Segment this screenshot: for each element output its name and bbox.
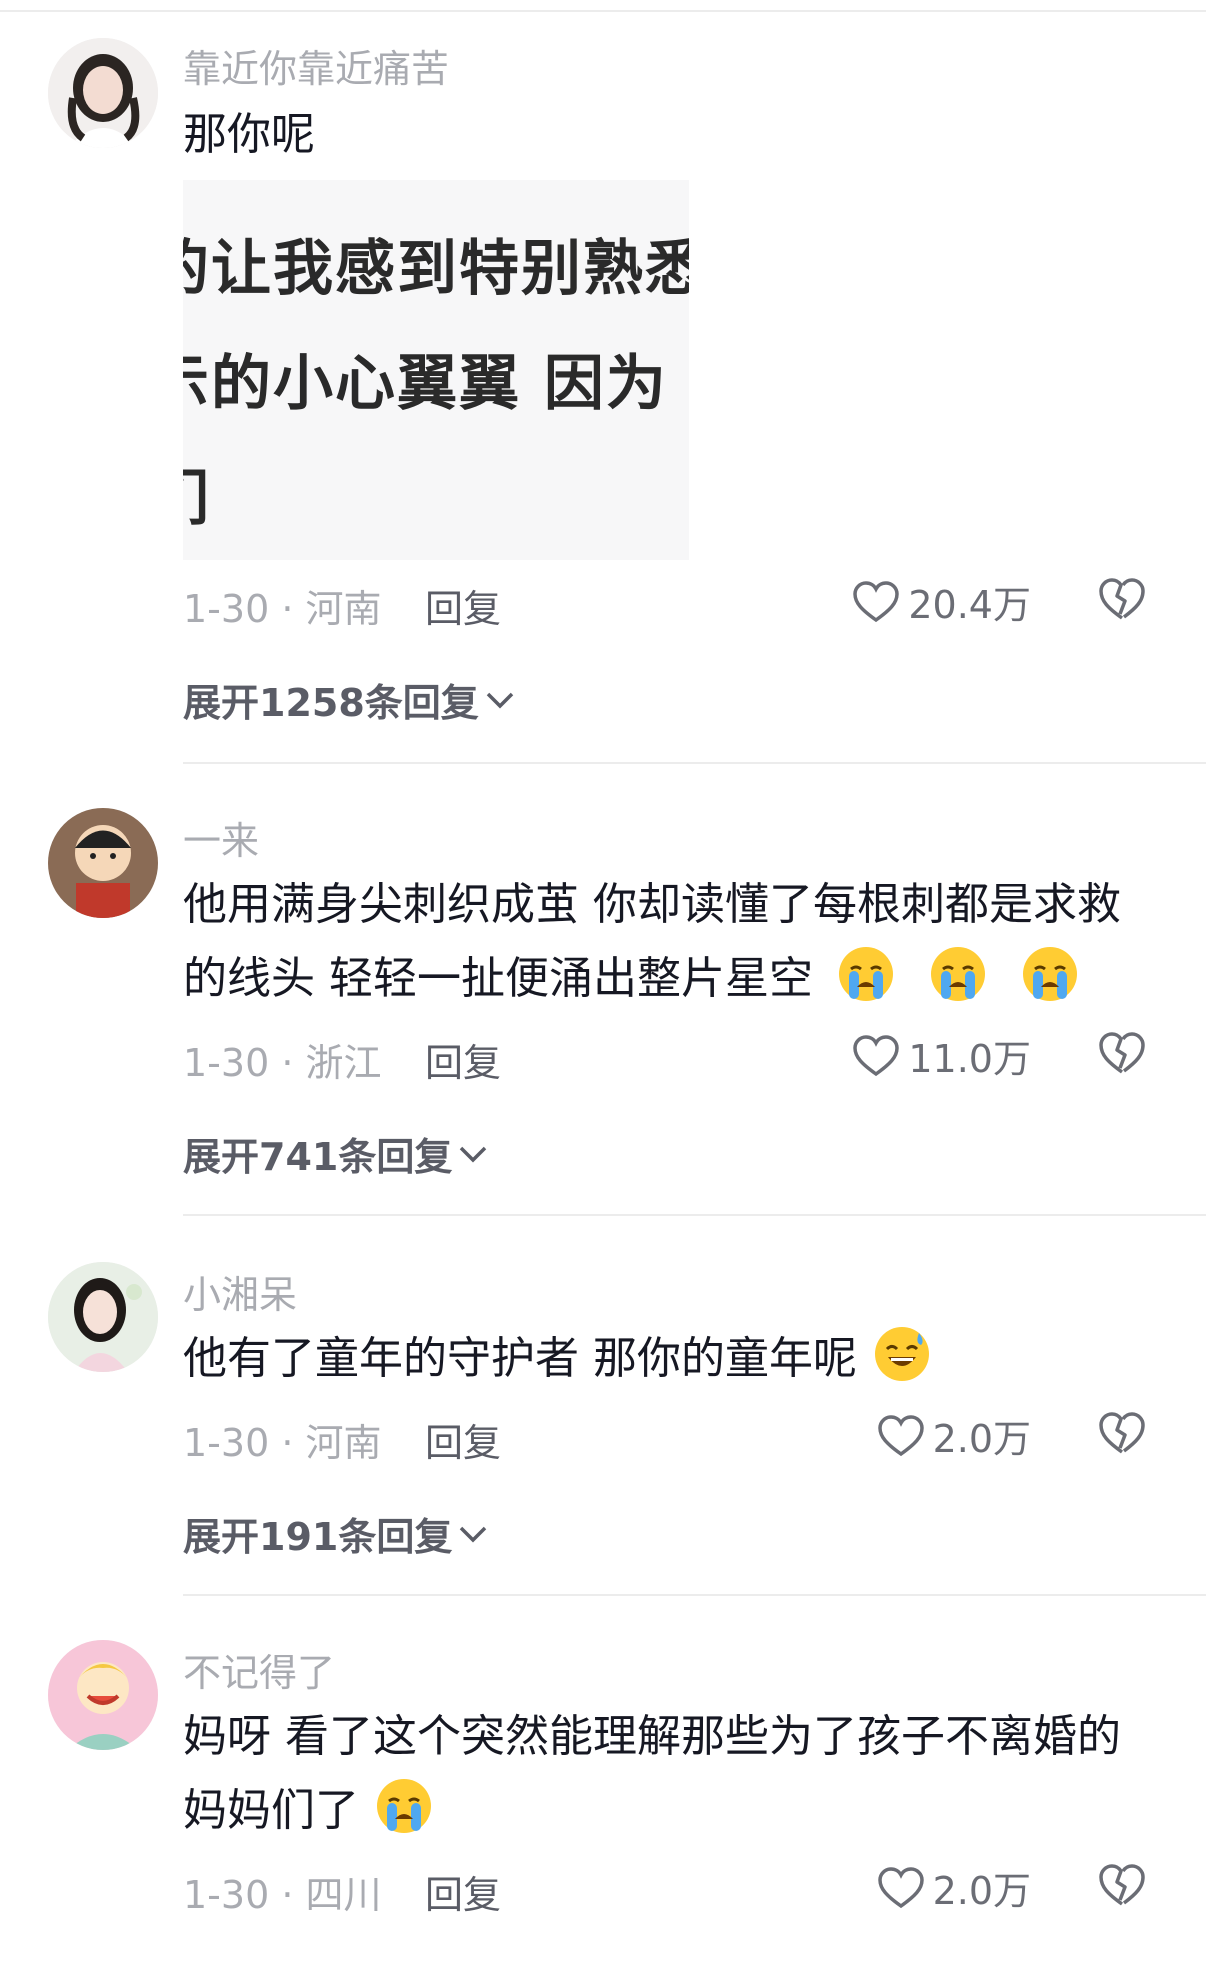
heart-icon — [853, 1034, 900, 1076]
expand-label: 展开741条回复 — [183, 1135, 453, 1179]
username[interactable]: 一来 — [183, 810, 259, 865]
like-button[interactable]: 20.4万 — [852, 574, 1031, 629]
divider — [183, 1214, 1206, 1216]
image-text-line: 示的小心翼翼 因为 — [183, 349, 668, 419]
heart-icon — [877, 1866, 924, 1908]
like-button[interactable]: 2.0万 — [877, 1860, 1031, 1915]
expand-replies-button[interactable]: 展开191条回复 — [183, 1506, 488, 1561]
date-location: 1-30 · 河南 — [183, 587, 382, 631]
username[interactable]: 靠近你靠近痛苦 — [183, 38, 449, 93]
expand-label: 展开1258条回复 — [183, 681, 479, 725]
heart-icon — [853, 580, 900, 622]
username[interactable]: 小湘呆 — [183, 1264, 297, 1319]
avatar[interactable] — [48, 1640, 158, 1750]
image-text-line: 的让我感到特别熟悉 — [183, 234, 689, 304]
like-count: 20.4万 — [908, 583, 1031, 627]
dislike-icon[interactable] — [1098, 1030, 1146, 1076]
comment-text-line: 他有了童年的守护者 那你的童年呢 — [183, 1322, 941, 1396]
expand-replies-button[interactable]: 展开741条回复 — [183, 1126, 488, 1181]
chevron-down-icon — [460, 1526, 487, 1542]
avatar[interactable] — [48, 808, 158, 918]
comment-text-line: 妈呀 看了这个突然能理解那些为了孩子不离婚的 — [183, 1711, 1121, 1762]
comment-image[interactable]: 的让我感到特别熟悉 示的小心翼翼 因为 们 — [183, 180, 689, 560]
loudly-crying-emoji-icon — [1021, 945, 1079, 1003]
comment-text-line: 的线头 轻轻一扯便涌出整片星空 — [183, 942, 1089, 1016]
chevron-down-icon — [486, 692, 514, 708]
top-divider — [0, 10, 1206, 12]
reply-button[interactable]: 回复 — [425, 1412, 501, 1467]
date-location: 1-30 · 浙江 — [183, 1041, 382, 1085]
heart-icon — [877, 1414, 924, 1456]
reply-button[interactable]: 回复 — [425, 1032, 501, 1087]
expand-label: 展开191条回复 — [183, 1515, 453, 1559]
chevron-down-icon — [460, 1146, 487, 1162]
avatar[interactable] — [48, 38, 158, 148]
like-count: 11.0万 — [908, 1037, 1031, 1081]
date-location: 1-30 · 四川 — [183, 1873, 382, 1917]
comment-text-line: 妈妈们了 — [183, 1774, 443, 1848]
avatar[interactable] — [48, 1262, 158, 1372]
like-count: 2.0万 — [932, 1417, 1031, 1461]
like-button[interactable]: 11.0万 — [852, 1028, 1031, 1083]
divider — [183, 1594, 1206, 1596]
like-count: 2.0万 — [932, 1869, 1031, 1913]
reply-button[interactable]: 回复 — [425, 578, 501, 633]
comment-text: 的线头 轻轻一扯便涌出整片星空 — [183, 953, 813, 1004]
reply-button[interactable]: 回复 — [425, 1864, 501, 1919]
comment-text: 他有了童年的守护者 那你的童年呢 — [183, 1333, 857, 1384]
expand-replies-button[interactable]: 展开1258条回复 — [183, 672, 515, 727]
loudly-crying-emoji-icon — [837, 945, 895, 1003]
date-location: 1-30 · 河南 — [183, 1421, 382, 1465]
comment-text: 妈妈们了 — [183, 1785, 359, 1836]
sweat-smile-emoji-icon — [873, 1325, 931, 1383]
loudly-crying-emoji-icon — [375, 1777, 433, 1835]
divider — [183, 762, 1206, 764]
image-text-line: 们 — [183, 450, 211, 537]
comment-text-line: 他用满身尖刺织成茧 你却读懂了每根刺都是求救 — [183, 879, 1121, 930]
dislike-icon[interactable] — [1098, 1410, 1146, 1456]
loudly-crying-emoji-icon — [929, 945, 987, 1003]
username[interactable]: 不记得了 — [183, 1642, 335, 1697]
like-button[interactable]: 2.0万 — [877, 1408, 1031, 1463]
comment-text: 那你呢 — [183, 109, 315, 160]
dislike-icon[interactable] — [1098, 1862, 1146, 1908]
dislike-icon[interactable] — [1098, 576, 1146, 622]
